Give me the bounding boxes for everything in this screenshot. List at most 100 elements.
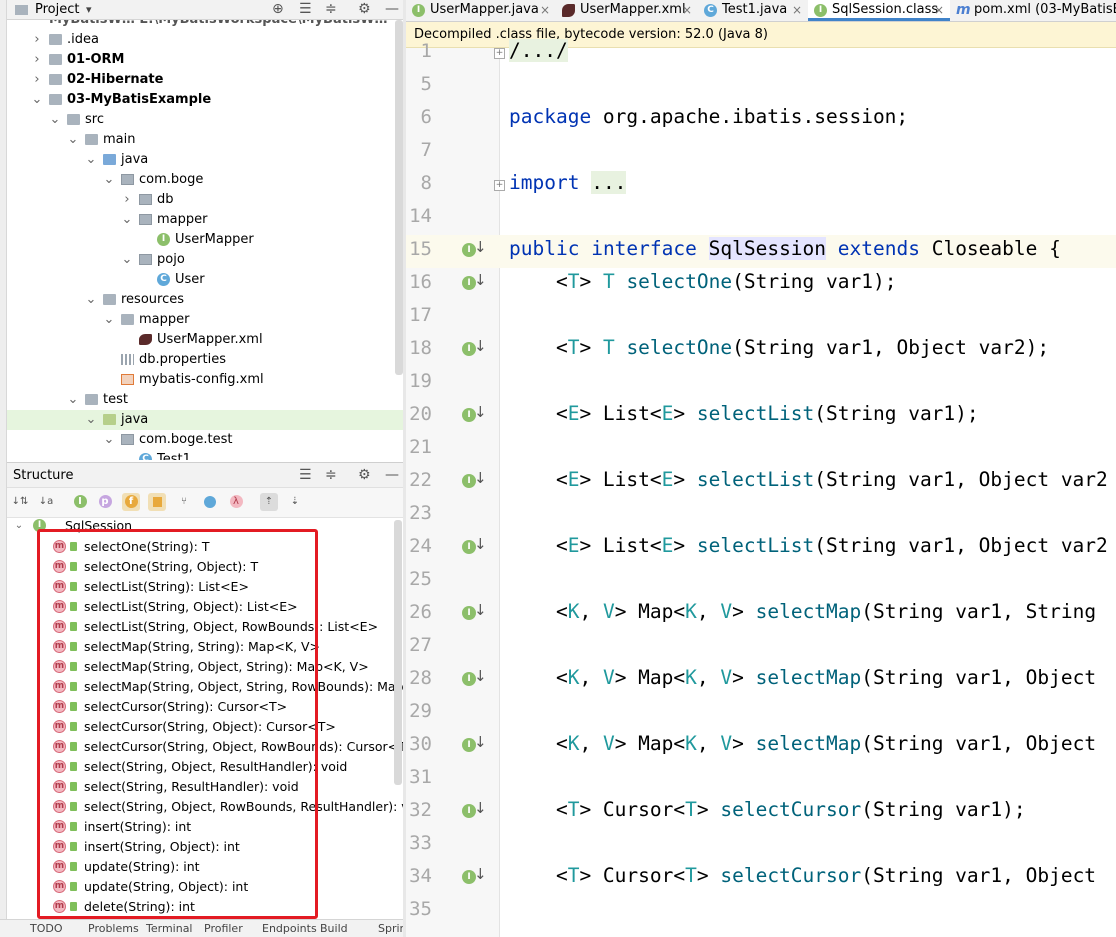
minimize-icon[interactable]: —	[385, 467, 399, 483]
autoscroll-to-source-icon[interactable]: ⇡	[260, 493, 278, 511]
tree-item-resources[interactable]: ⌄ resources	[7, 290, 404, 310]
chevron-down-icon[interactable]: ⌄	[85, 150, 97, 170]
locate-icon[interactable]: ⊕	[272, 1, 284, 17]
expand-all-icon[interactable]: ☰	[299, 1, 312, 17]
tree-item-com-boge-test[interactable]: ⌄ com.boge.test	[7, 430, 404, 450]
structure-member-row[interactable]: m selectList(String, Object, RowBounds): …	[7, 617, 404, 637]
bottom-tab-endpoints[interactable]: Endpoints	[262, 922, 317, 935]
chevron-right-icon[interactable]: ›	[121, 190, 133, 210]
autoscroll-from-source-icon[interactable]: ⇣	[286, 493, 304, 511]
bottom-tab-profiler[interactable]: Profiler	[204, 922, 243, 935]
tree-item-usermapper-xml[interactable]: UserMapper.xml	[7, 330, 404, 350]
chevron-down-icon[interactable]: ⌄	[103, 310, 115, 330]
tree-root-row[interactable]: MyBatisW… E:\MyBatisWorkspace\MyBatisW…	[7, 20, 404, 30]
tree-item-pojo[interactable]: ⌄ pojo	[7, 250, 404, 270]
structure-member-row[interactable]: m insert(String, Object): int	[7, 837, 404, 857]
tab-test1-java[interactable]: C Test1.java ×	[698, 0, 808, 21]
chevron-down-icon[interactable]: ⌄	[49, 110, 61, 130]
structure-member-row[interactable]: m selectList(String, Object): List<E>	[7, 597, 404, 617]
project-tree-scrollbar[interactable]	[395, 20, 403, 375]
show-lambdas-icon[interactable]: λ	[227, 493, 245, 511]
structure-scrollbar[interactable]	[394, 520, 402, 785]
project-panel-title[interactable]: Project	[35, 2, 79, 17]
sort-alpha-icon[interactable]: ↓a	[37, 493, 55, 511]
structure-member-row[interactable]: m selectOne(String): T	[7, 537, 404, 557]
tree-item-02-hibernate[interactable]: › 02-Hibernate	[7, 70, 404, 90]
close-icon[interactable]: ×	[934, 0, 944, 20]
chevron-down-icon[interactable]: ⌄	[31, 90, 43, 110]
show-fields-icon[interactable]: f	[122, 493, 140, 511]
sort-visibility-icon[interactable]: ↓⇅	[11, 493, 29, 511]
tree-item-java[interactable]: ⌄ java	[7, 150, 404, 170]
bottom-tab-todo[interactable]: TODO	[30, 922, 63, 935]
structure-member-row[interactable]: m selectMap(String, Object, String): Map<…	[7, 657, 404, 677]
structure-member-row[interactable]: m selectCursor(String): Cursor<T>	[7, 697, 404, 717]
tab-usermapper-java[interactable]: I UserMapper.java ×	[406, 0, 556, 21]
tree-item-java[interactable]: ⌄ java	[7, 410, 404, 430]
gear-icon[interactable]: ⚙	[358, 467, 371, 483]
hierarchy-icon[interactable]: ⑂	[175, 493, 193, 511]
chevron-down-icon[interactable]: ⌄	[103, 430, 115, 450]
structure-member-row[interactable]: m selectMap(String, Object, String, RowBo…	[7, 677, 404, 697]
structure-member-row[interactable]: m selectMap(String, String): Map<K, V>	[7, 637, 404, 657]
close-icon[interactable]: ×	[540, 0, 550, 20]
structure-member-row[interactable]: m update(String, Object): int	[7, 877, 404, 897]
chevron-down-icon[interactable]: ⌄	[67, 390, 79, 410]
structure-member-row[interactable]: m selectCursor(String, Object): Cursor<T>	[7, 717, 404, 737]
show-properties-icon[interactable]: p	[96, 493, 114, 511]
show-non-public-icon[interactable]	[148, 493, 166, 511]
tree-item-db[interactable]: › db	[7, 190, 404, 210]
structure-member-row[interactable]: m select(String, Object, RowBounds, Resul…	[7, 797, 404, 817]
structure-member-row[interactable]: m select(String, Object, ResultHandler): …	[7, 757, 404, 777]
minimize-icon[interactable]: —	[385, 1, 399, 17]
close-icon[interactable]: ×	[792, 0, 802, 20]
bottom-tab-problems[interactable]: Problems	[88, 922, 139, 935]
tree-item-user[interactable]: C User	[7, 270, 404, 290]
chevron-down-icon[interactable]: ▾	[86, 3, 92, 16]
tree-item-db-properties[interactable]: db.properties	[7, 350, 404, 370]
structure-member-row[interactable]: m selectList(String): List<E>	[7, 577, 404, 597]
tree-item-test[interactable]: ⌄ test	[7, 390, 404, 410]
structure-member-row[interactable]: m selectCursor(String, Object, RowBounds)…	[7, 737, 404, 757]
structure-member-row[interactable]: m update(String): int	[7, 857, 404, 877]
show-inherited-icon[interactable]: I	[71, 493, 89, 511]
tree-item-03-mybatisexample[interactable]: ⌄ 03-MyBatisExample	[7, 90, 404, 110]
tab-pom-xml-03-mybatisexample[interactable]: mpom.xml (03-MyBatisExample)	[950, 0, 1116, 21]
structure-root-row[interactable]: ⌄ I SqlSession	[7, 518, 404, 536]
structure-member-row[interactable]: m selectOne(String, Object): T	[7, 557, 404, 577]
collapse-all-icon[interactable]: ≑	[325, 1, 337, 17]
tab-usermapper-xml[interactable]: UserMapper.xml ×	[556, 0, 698, 21]
tree-item--idea[interactable]: › .idea	[7, 30, 404, 50]
structure-member-row[interactable]: m select(String, ResultHandler): void	[7, 777, 404, 797]
structure-member-row[interactable]: m delete(String): int	[7, 897, 404, 917]
show-anonymous-icon[interactable]	[201, 493, 219, 511]
bottom-tab-build[interactable]: Build	[320, 922, 348, 935]
chevron-down-icon[interactable]: ⌄	[103, 170, 115, 190]
chevron-right-icon[interactable]: ›	[31, 30, 43, 50]
tree-item-mybatis-config-xml[interactable]: mybatis-config.xml	[7, 370, 404, 390]
tree-item-com-boge[interactable]: ⌄ com.boge	[7, 170, 404, 190]
collapse-all-icon[interactable]: ≑	[325, 467, 337, 483]
tree-item-01-orm[interactable]: › 01-ORM	[7, 50, 404, 70]
code-area[interactable]	[500, 48, 1116, 937]
tree-item-mapper[interactable]: ⌄ mapper	[7, 210, 404, 230]
chevron-down-icon[interactable]: ⌄	[13, 518, 25, 536]
chevron-down-icon[interactable]: ⌄	[85, 410, 97, 430]
bottom-tab-terminal[interactable]: Terminal	[146, 922, 193, 935]
tree-item-mapper[interactable]: ⌄ mapper	[7, 310, 404, 330]
tab-sqlsession-class[interactable]: I SqlSession.class ×	[808, 0, 950, 21]
close-icon[interactable]: ×	[682, 0, 692, 20]
gear-icon[interactable]: ⚙	[358, 1, 371, 17]
tree-item-main[interactable]: ⌄ main	[7, 130, 404, 150]
tree-item-usermapper[interactable]: I UserMapper	[7, 230, 404, 250]
expand-all-icon[interactable]: ☰	[299, 467, 312, 483]
structure-member-row[interactable]: m insert(String): int	[7, 817, 404, 837]
chevron-down-icon[interactable]: ⌄	[121, 210, 133, 230]
tree-item-test1[interactable]: C Test1	[7, 450, 404, 460]
chevron-right-icon[interactable]: ›	[31, 50, 43, 70]
tree-item-src[interactable]: ⌄ src	[7, 110, 404, 130]
chevron-down-icon[interactable]: ⌄	[121, 250, 133, 270]
chevron-down-icon[interactable]: ⌄	[67, 130, 79, 150]
chevron-down-icon[interactable]: ⌄	[85, 290, 97, 310]
chevron-right-icon[interactable]: ›	[31, 70, 43, 90]
